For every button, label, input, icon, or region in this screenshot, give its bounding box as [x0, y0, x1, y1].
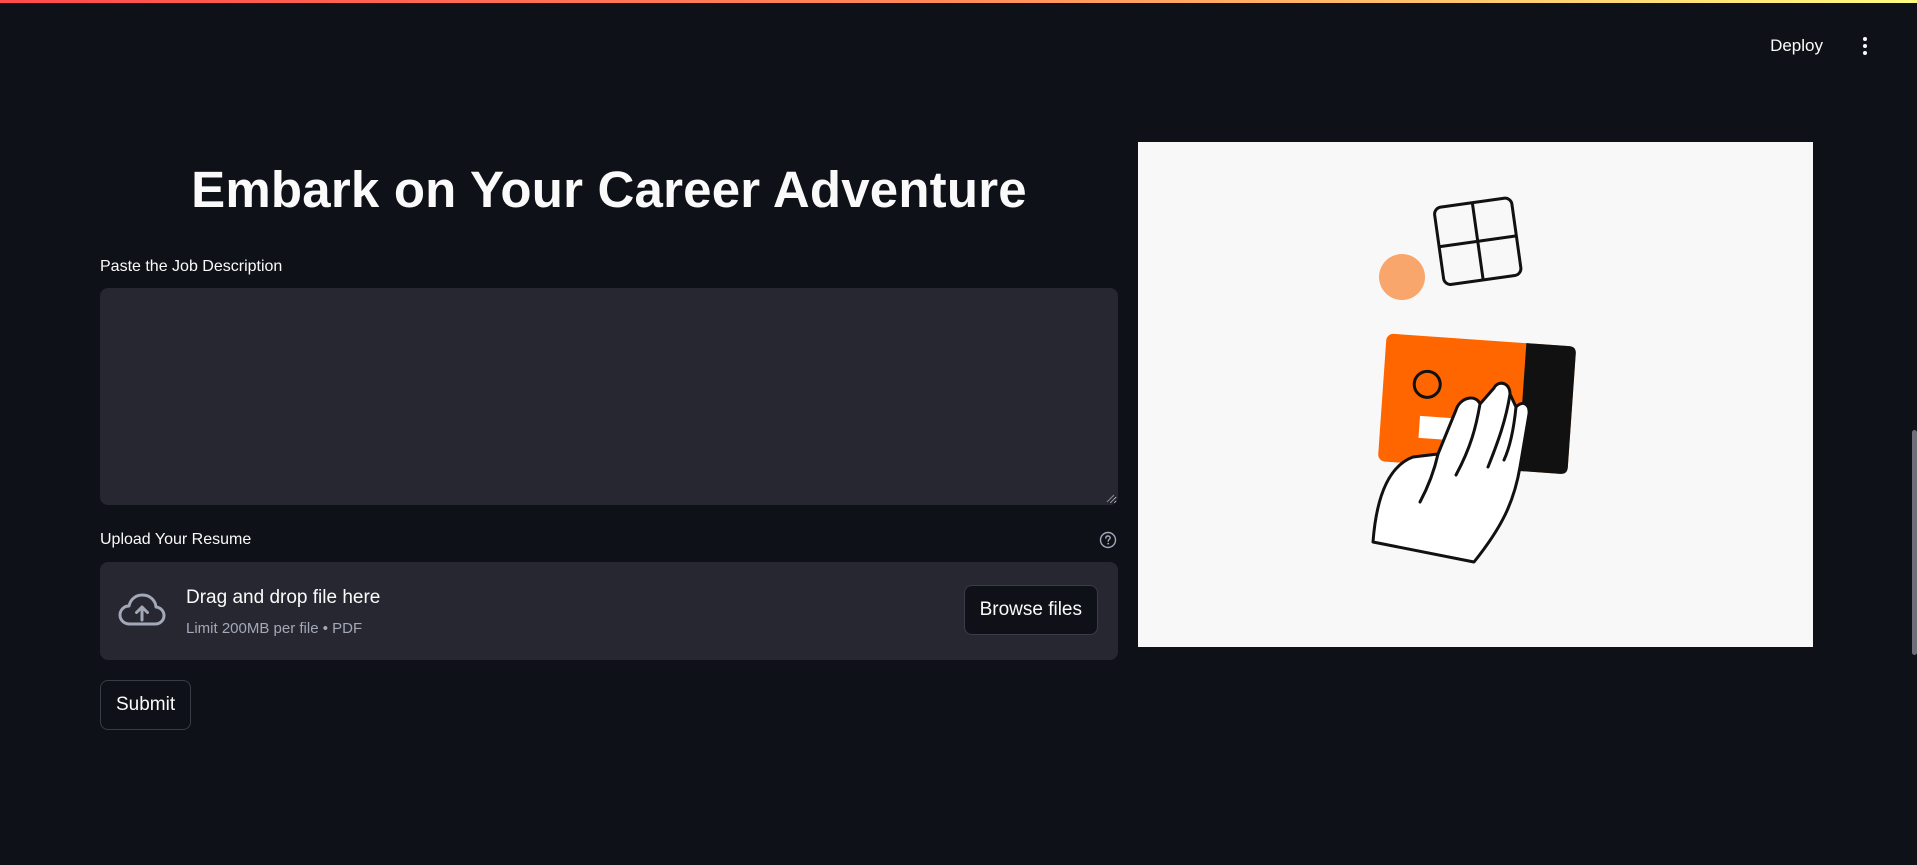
page-title: Embark on Your Career Adventure	[191, 161, 1027, 218]
resize-grip-icon[interactable]	[1106, 494, 1115, 503]
job-description-input[interactable]	[100, 288, 1118, 505]
top-decoration-bar	[0, 0, 1917, 3]
more-vertical-icon[interactable]	[1855, 31, 1875, 61]
browse-files-button[interactable]: Browse files	[963, 585, 1098, 635]
peach-circle-shape	[1379, 254, 1425, 300]
hand-holding-card-illustration	[1138, 142, 1813, 647]
submit-button[interactable]: Submit	[100, 680, 192, 730]
header-toolbar: Deploy	[1764, 30, 1875, 62]
deploy-button[interactable]: Deploy	[1764, 30, 1829, 62]
cloud-upload-icon	[118, 593, 166, 626]
page-scrollbar[interactable]	[1912, 430, 1917, 655]
resume-upload-label: Upload Your Resume	[100, 531, 252, 548]
file-dropzone[interactable]: Drag and drop file here Limit 200MB per …	[100, 562, 1118, 660]
dropzone-title: Drag and drop file here	[186, 587, 381, 608]
dropzone-limit-text: Limit 200MB per file • PDF	[186, 620, 363, 637]
grid-frame-shape	[1433, 196, 1523, 286]
job-description-label: Paste the Job Description	[100, 258, 283, 275]
help-circle-icon[interactable]	[1099, 531, 1117, 549]
